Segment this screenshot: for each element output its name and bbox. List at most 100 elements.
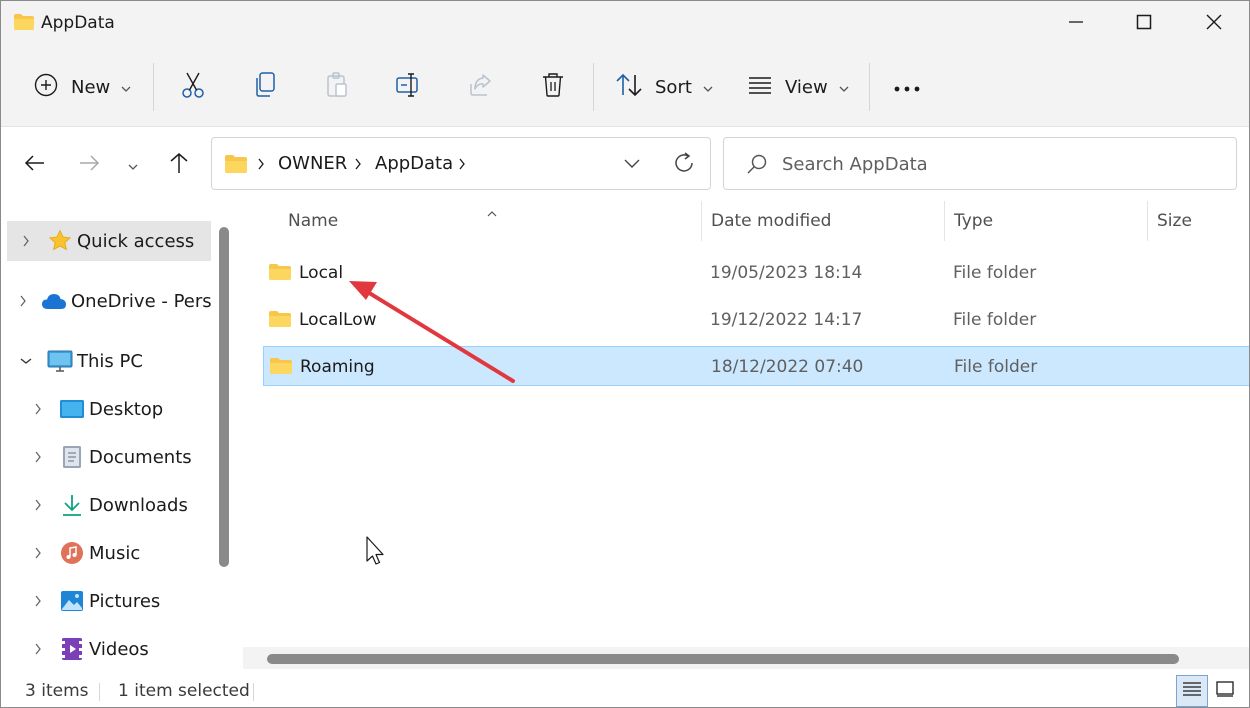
close-button[interactable] xyxy=(1179,1,1249,47)
address-dropdown-icon[interactable] xyxy=(622,155,642,174)
sidebar-item-this-pc[interactable]: This PC xyxy=(7,341,211,381)
table-row-selected[interactable]: Roaming 18/12/2022 07:40 File folder xyxy=(263,346,1249,386)
minimize-button[interactable] xyxy=(1041,1,1111,47)
file-name: Local xyxy=(299,263,344,283)
sidebar-item-onedrive[interactable]: OneDrive - Perso xyxy=(7,281,211,321)
up-button[interactable] xyxy=(161,147,197,183)
column-divider[interactable] xyxy=(944,201,945,241)
share-icon xyxy=(468,73,494,101)
rename-button[interactable] xyxy=(389,69,429,105)
cut-icon xyxy=(180,71,206,103)
search-icon xyxy=(746,153,768,179)
cut-button[interactable] xyxy=(173,69,213,105)
folder-icon xyxy=(224,154,248,178)
sidebar-item-downloads[interactable]: Downloads xyxy=(19,485,211,525)
address-bar[interactable]: OWNER AppData xyxy=(211,137,711,190)
arrow-right-icon xyxy=(78,154,100,176)
table-row[interactable]: LocalLow 19/12/2022 14:17 File folder xyxy=(263,300,1249,340)
column-header-name[interactable]: Name xyxy=(288,211,338,231)
search-input[interactable] xyxy=(782,150,1202,178)
recent-locations-button[interactable] xyxy=(115,147,151,183)
sidebar-item-label: Pictures xyxy=(89,590,161,612)
sidebar-item-label: Quick access xyxy=(77,230,195,252)
videos-icon xyxy=(59,636,85,662)
sidebar-item-documents[interactable]: Documents xyxy=(19,437,211,477)
more-icon xyxy=(893,78,921,97)
toolbar-divider xyxy=(869,63,870,111)
chevron-right-icon[interactable] xyxy=(31,546,45,560)
column-header-date-modified[interactable]: Date modified xyxy=(711,211,831,231)
documents-icon xyxy=(59,444,85,470)
more-options-button[interactable] xyxy=(887,69,927,105)
sidebar-item-pictures[interactable]: Pictures xyxy=(19,581,211,621)
minimize-icon xyxy=(1068,14,1084,34)
column-header-type[interactable]: Type xyxy=(954,211,993,231)
details-view-icon xyxy=(1182,681,1202,701)
sort-label: Sort xyxy=(655,76,692,98)
chevron-down-icon xyxy=(120,78,132,97)
file-type: File folder xyxy=(953,263,1037,283)
close-icon xyxy=(1206,14,1222,34)
toolbar-divider xyxy=(593,63,594,111)
chevron-right-icon[interactable] xyxy=(19,294,27,308)
monitor-icon xyxy=(47,348,73,374)
paste-button xyxy=(317,69,357,105)
breadcrumb-appdata[interactable]: AppData xyxy=(375,153,453,174)
chevron-right-icon[interactable] xyxy=(19,234,33,248)
view-button[interactable]: View xyxy=(747,67,850,107)
thumbnail-view-icon xyxy=(1215,680,1235,702)
column-divider[interactable] xyxy=(701,201,702,241)
sidebar-item-label: Downloads xyxy=(89,494,188,516)
sidebar-item-label: Documents xyxy=(89,446,192,468)
column-header-size[interactable]: Size xyxy=(1157,211,1192,231)
chevron-right-icon[interactable] xyxy=(31,642,45,656)
chevron-right-icon[interactable] xyxy=(31,594,45,608)
details-view-button[interactable] xyxy=(1176,675,1208,707)
chevron-right-icon[interactable] xyxy=(31,498,45,512)
chevron-right-icon xyxy=(458,156,466,175)
sidebar-scrollbar-thumb[interactable] xyxy=(219,227,229,567)
new-button[interactable]: New xyxy=(33,67,132,107)
file-type: File folder xyxy=(953,310,1037,330)
search-box[interactable] xyxy=(723,137,1237,190)
sidebar-item-quick-access[interactable]: Quick access xyxy=(7,221,211,261)
sidebar-item-videos[interactable]: Videos xyxy=(19,629,211,669)
navigation-pane: Quick access OneDrive - Perso This PC De… xyxy=(1,201,239,673)
star-icon xyxy=(47,228,73,254)
back-button[interactable] xyxy=(17,147,53,183)
sort-button[interactable]: Sort xyxy=(615,67,714,107)
chevron-down-icon xyxy=(838,78,850,97)
horizontal-scrollbar-thumb[interactable] xyxy=(267,654,1179,664)
sort-ascending-icon xyxy=(486,203,498,222)
pictures-icon xyxy=(59,588,85,614)
sidebar-item-label: Videos xyxy=(89,638,149,660)
maximize-icon xyxy=(1136,14,1152,34)
title-bar[interactable]: AppData xyxy=(1,1,1249,47)
arrow-left-icon xyxy=(24,154,46,176)
add-icon xyxy=(33,72,59,102)
table-row[interactable]: Local 19/05/2023 18:14 File folder xyxy=(263,253,1249,293)
sort-icon xyxy=(615,73,643,101)
sidebar-item-label: Desktop xyxy=(89,398,164,420)
sidebar-item-music[interactable]: Music xyxy=(19,533,211,573)
chevron-right-icon[interactable] xyxy=(31,402,45,416)
chevron-right-icon xyxy=(354,156,362,175)
chevron-down-icon[interactable] xyxy=(19,357,33,365)
folder-icon xyxy=(268,310,292,332)
copy-icon xyxy=(253,71,277,103)
maximize-button[interactable] xyxy=(1109,1,1179,47)
chevron-right-icon[interactable] xyxy=(31,450,45,464)
refresh-icon[interactable] xyxy=(672,151,696,179)
delete-button[interactable] xyxy=(533,69,573,105)
rename-icon xyxy=(395,72,423,102)
column-divider[interactable] xyxy=(1147,201,1148,241)
large-icons-view-button[interactable] xyxy=(1209,675,1241,707)
file-type: File folder xyxy=(954,357,1038,377)
sidebar-item-desktop[interactable]: Desktop xyxy=(19,389,211,429)
selection-count: 1 item selected xyxy=(118,681,250,701)
cloud-icon xyxy=(41,288,67,314)
new-label: New xyxy=(71,76,111,98)
file-name: LocalLow xyxy=(299,310,377,330)
breadcrumb-owner[interactable]: OWNER xyxy=(278,153,347,174)
copy-button[interactable] xyxy=(245,69,285,105)
